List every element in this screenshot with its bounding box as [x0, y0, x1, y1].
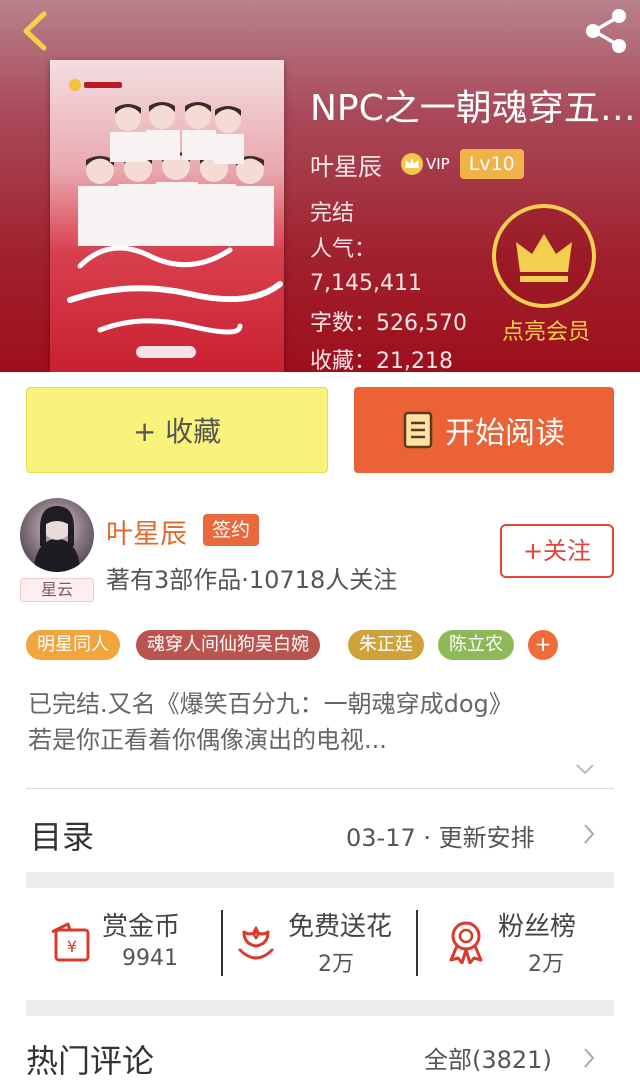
book-read-icon	[403, 411, 433, 449]
share-icon	[586, 9, 626, 53]
book-status: 完结	[310, 201, 355, 226]
feature-divider	[416, 910, 418, 976]
feature-divider	[221, 910, 223, 976]
signed-badge: 签约	[203, 514, 260, 546]
feature-label: 赏金币	[102, 912, 181, 942]
divider	[26, 788, 614, 789]
reward-coin-icon: ¥	[51, 922, 90, 962]
author-name[interactable]: 叶星辰	[106, 512, 187, 551]
add-to-shelf-button[interactable]: + 收藏	[26, 387, 328, 473]
tag-item[interactable]: 明星同人	[26, 630, 120, 660]
toc-title[interactable]: 目录	[30, 812, 94, 858]
chevron-right-icon[interactable]	[582, 1046, 596, 1070]
start-reading-label: 开始阅读	[445, 416, 565, 451]
more-tags-button[interactable]: +	[528, 630, 558, 660]
chevron-left-icon	[23, 11, 47, 51]
tag-item[interactable]: 朱正廷	[348, 630, 424, 660]
publisher-logo	[69, 79, 122, 91]
tag-item[interactable]: 魂穿人间仙狗吴白婉	[136, 630, 320, 660]
word-count: 字数：526,570	[310, 311, 467, 336]
description-line-1: 已完结.又名《爆笑百分九：一朝魂穿成dog》	[28, 690, 513, 718]
level-badge: Lv10	[459, 149, 524, 179]
vip-label: VIP	[426, 155, 450, 173]
description-line-2: 若是你正看着你偶像演出的电视...	[28, 726, 387, 754]
author-avatar-tag: 星云	[20, 578, 94, 602]
back-button[interactable]	[16, 8, 56, 54]
chevron-right-icon[interactable]	[582, 822, 596, 846]
toc-update-info[interactable]: 03-17 · 更新安排	[346, 818, 535, 853]
book-header: NPC之一朝魂穿五… 叶星辰 VIP Lv10 完结 人气： 7,145,411…	[0, 0, 640, 372]
feature-label: 免费送花	[288, 912, 393, 942]
vip-promo-button[interactable]	[492, 204, 596, 308]
hot-comments-title: 热门评论	[26, 1042, 155, 1080]
cover-title-art	[67, 245, 283, 358]
feature-value: 2万	[528, 952, 564, 977]
book-description[interactable]: 已完结.又名《爆笑百分九：一朝魂穿成dog》 若是你正看着你偶像演出的电视...	[28, 686, 618, 758]
section-divider	[26, 1000, 614, 1016]
author-meta: 著有3部作品·10718人关注	[106, 566, 398, 594]
reward-coin-button[interactable]: ¥ 赏金币 9941	[48, 906, 208, 982]
author-avatar[interactable]	[20, 498, 94, 572]
vip-badge: VIP	[400, 151, 450, 177]
crown-icon	[516, 234, 572, 282]
chevron-down-icon[interactable]	[574, 762, 596, 776]
author-name-link[interactable]: 叶星辰	[310, 147, 382, 182]
share-button[interactable]	[580, 6, 632, 56]
vip-promo-label[interactable]: 点亮会员	[494, 314, 598, 346]
feature-label: 粉丝榜	[498, 912, 577, 942]
cover-group-photo	[78, 102, 274, 246]
book-title: NPC之一朝魂穿五…	[310, 88, 636, 129]
vip-crown-icon	[401, 153, 423, 175]
popularity-label: 人气：	[310, 237, 377, 262]
all-comments-link[interactable]: 全部(3821)	[424, 1040, 552, 1075]
feature-value: 2万	[318, 952, 354, 977]
author-line: 叶星辰 VIP Lv10	[310, 146, 524, 182]
fan-ranking-button[interactable]: 粉丝榜 2万	[444, 906, 604, 982]
feature-value: 9941	[122, 946, 178, 971]
medal-icon	[449, 921, 483, 964]
favorites-count: 收藏：21,218	[310, 349, 453, 372]
svg-text:¥: ¥	[67, 937, 77, 956]
flower-icon	[238, 925, 274, 960]
section-divider	[26, 872, 614, 888]
book-cover-image[interactable]	[50, 60, 284, 372]
free-flower-button[interactable]: 免费送花 2万	[234, 906, 414, 982]
popularity-value: 7,145,411	[310, 271, 422, 296]
tag-item[interactable]: 陈立农	[438, 630, 514, 660]
avatar-image	[34, 506, 80, 572]
follow-button[interactable]: +关注	[500, 524, 614, 578]
start-reading-button[interactable]: 开始阅读	[354, 387, 614, 473]
book-detail-page: NPC之一朝魂穿五… 叶星辰 VIP Lv10 完结 人气： 7,145,411…	[0, 0, 640, 1092]
